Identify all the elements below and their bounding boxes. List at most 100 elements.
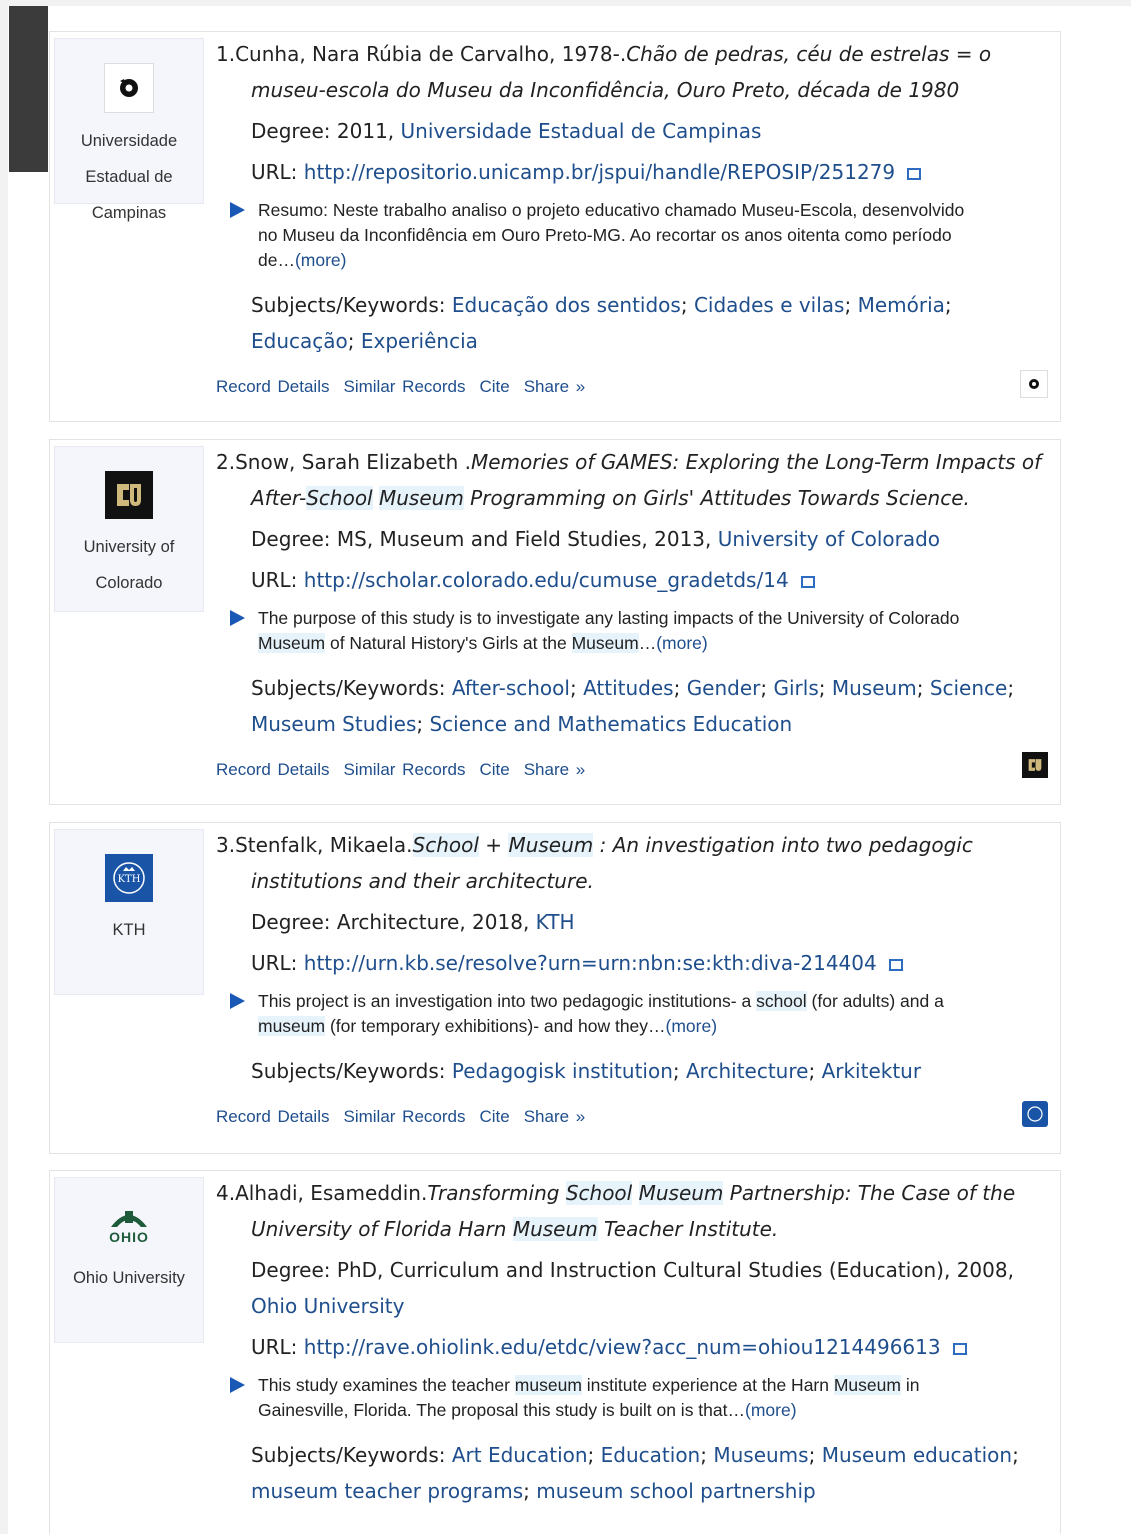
- record-content: 4.Alhadi, Esameddin.Transforming School …: [216, 1171, 1052, 1509]
- subject-link[interactable]: Arkitektur: [822, 1059, 922, 1083]
- subject-link[interactable]: Girls: [774, 676, 819, 700]
- subjects-label: Subjects/Keywords:: [251, 293, 452, 317]
- kth-logo-icon: KTH: [105, 854, 153, 902]
- result-card: KTH KTH 3.Stenfalk, Mikaela.School + Mus…: [49, 822, 1061, 1154]
- abstract-text: (for adults) and a: [806, 991, 944, 1011]
- external-link-icon[interactable]: [800, 576, 815, 588]
- subject-link[interactable]: Museums: [713, 1443, 808, 1467]
- url-label: URL:: [251, 568, 304, 592]
- abstract-text: Resumo: Neste trabalho analiso o projeto…: [258, 200, 965, 270]
- abstract: The purpose of this study is to investig…: [216, 606, 978, 656]
- subject-link[interactable]: Museum: [832, 676, 917, 700]
- cite-link[interactable]: Cite: [479, 377, 509, 396]
- subjects-line: Subjects/Keywords: Educação dos sentidos…: [251, 293, 952, 353]
- similar-records-link[interactable]: Similar Records: [344, 1107, 466, 1126]
- more-link[interactable]: (more): [666, 1016, 718, 1036]
- subject-link[interactable]: Educação: [251, 329, 348, 353]
- record-title: 4.Alhadi, Esameddin.Transforming School …: [216, 1175, 1052, 1247]
- subject-link[interactable]: museum teacher programs: [251, 1479, 523, 1503]
- subject-link[interactable]: Memória: [858, 293, 945, 317]
- institution-logo-box[interactable]: OHIO Ohio University: [54, 1177, 204, 1343]
- record-number: 3.: [216, 833, 236, 857]
- expand-arrow-icon[interactable]: [230, 202, 245, 218]
- share-link[interactable]: Share »: [524, 1107, 586, 1126]
- subject-link[interactable]: Museum education: [822, 1443, 1012, 1467]
- more-link[interactable]: (more): [295, 250, 347, 270]
- abstract: This project is an investigation into tw…: [216, 989, 978, 1039]
- expand-arrow-icon[interactable]: [230, 993, 245, 1009]
- similar-records-link[interactable]: Similar Records: [344, 377, 466, 396]
- title-highlight: School: [412, 833, 479, 857]
- title-part: [632, 1181, 638, 1205]
- ohio-logo-text: OHIO: [109, 1229, 149, 1245]
- record-details-link[interactable]: Record Details: [216, 1107, 330, 1126]
- title-highlight: School: [565, 1181, 633, 1205]
- share-link[interactable]: Share »: [524, 760, 586, 779]
- cite-link[interactable]: Cite: [479, 760, 509, 779]
- institution-link[interactable]: Ohio University: [251, 1294, 404, 1318]
- abstract-highlight: museum: [514, 1375, 582, 1395]
- abstract-text: This project is an investigation into tw…: [258, 991, 757, 1011]
- abstract-text: institute experience at the Harn: [581, 1375, 834, 1395]
- record-author: Stenfalk, Mikaela.: [235, 833, 413, 857]
- colorado-mini-logo-icon: [1022, 752, 1048, 778]
- external-link-icon[interactable]: [907, 168, 922, 180]
- more-link[interactable]: (more): [656, 633, 708, 653]
- institution-link[interactable]: University of Colorado: [718, 527, 940, 551]
- subject-link[interactable]: Education: [601, 1443, 701, 1467]
- subject-link[interactable]: After-school: [452, 676, 570, 700]
- subject-link[interactable]: Pedagogisk institution: [452, 1059, 673, 1083]
- record-details-link[interactable]: Record Details: [216, 760, 330, 779]
- subject-link[interactable]: Attitudes: [583, 676, 674, 700]
- record-actions: Record Details Similar Records Cite Share »: [216, 1107, 1052, 1127]
- record-url-link[interactable]: http://repositorio.unicamp.br/jspui/hand…: [304, 160, 895, 184]
- abstract-highlight: Museum: [258, 633, 326, 653]
- title-highlight: Museum: [638, 1181, 724, 1205]
- record-number: 4.: [216, 1181, 236, 1205]
- title-part: Transforming: [427, 1181, 566, 1205]
- record-content: 3.Stenfalk, Mikaela.School + Museum : An…: [216, 823, 1052, 1127]
- share-link[interactable]: Share »: [524, 377, 586, 396]
- title-highlight: Museum: [508, 833, 594, 857]
- title-part: +: [478, 833, 509, 857]
- degree-line: Degree: MS, Museum and Field Studies, 20…: [251, 521, 1052, 557]
- institution-logo-box[interactable]: Universidade Estadual de Campinas: [54, 38, 204, 222]
- subject-link[interactable]: Gender: [687, 676, 761, 700]
- institution-logo-box[interactable]: University of Colorado: [54, 446, 204, 612]
- svg-text:KTH: KTH: [118, 874, 141, 885]
- record-url-link[interactable]: http://urn.kb.se/resolve?urn=urn:nbn:se:…: [304, 951, 877, 975]
- institution-link[interactable]: KTH: [536, 910, 575, 934]
- subject-link[interactable]: Architecture: [686, 1059, 808, 1083]
- abstract-text: This study examines the teacher: [258, 1375, 515, 1395]
- expand-arrow-icon[interactable]: [230, 610, 245, 626]
- side-tab[interactable]: [9, 6, 48, 172]
- record-url-link[interactable]: http://scholar.colorado.edu/cumuse_grade…: [304, 568, 789, 592]
- url-label: URL:: [251, 160, 304, 184]
- abstract: This study examines the teacher museum i…: [216, 1373, 978, 1423]
- subject-link[interactable]: Museum Studies: [251, 712, 416, 736]
- expand-arrow-icon[interactable]: [230, 1377, 245, 1393]
- subject-link[interactable]: Science: [930, 676, 1008, 700]
- subject-link[interactable]: museum school partnership: [536, 1479, 815, 1503]
- record-details-link[interactable]: Record Details: [216, 377, 330, 396]
- title-highlight: School: [306, 486, 373, 510]
- abstract-highlight: school: [756, 991, 807, 1011]
- external-link-icon[interactable]: [888, 959, 903, 971]
- subject-link[interactable]: Cidades e vilas: [694, 293, 845, 317]
- more-link[interactable]: (more): [745, 1400, 797, 1420]
- external-link-icon[interactable]: [952, 1343, 967, 1355]
- subject-link[interactable]: Art Education: [452, 1443, 588, 1467]
- record-url-link[interactable]: http://rave.ohiolink.edu/etdc/view?acc_n…: [304, 1335, 941, 1359]
- ohio-logo-icon: OHIO: [105, 1202, 153, 1250]
- subject-link[interactable]: Science and Mathematics Education: [429, 712, 792, 736]
- subject-link[interactable]: Educação dos sentidos: [452, 293, 681, 317]
- subject-link[interactable]: Experiência: [361, 329, 478, 353]
- abstract-text: of Natural History's Girls at the: [325, 633, 572, 653]
- record-content: 1.Cunha, Nara Rúbia de Carvalho, 1978-. C…: [216, 32, 1052, 397]
- similar-records-link[interactable]: Similar Records: [344, 760, 466, 779]
- record-number: 2.: [216, 450, 236, 474]
- institution-logo-box[interactable]: KTH KTH: [54, 829, 204, 995]
- institution-link[interactable]: Universidade Estadual de Campinas: [401, 119, 762, 143]
- cite-link[interactable]: Cite: [479, 1107, 509, 1126]
- abstract-text: The purpose of this study is to investig…: [258, 608, 960, 628]
